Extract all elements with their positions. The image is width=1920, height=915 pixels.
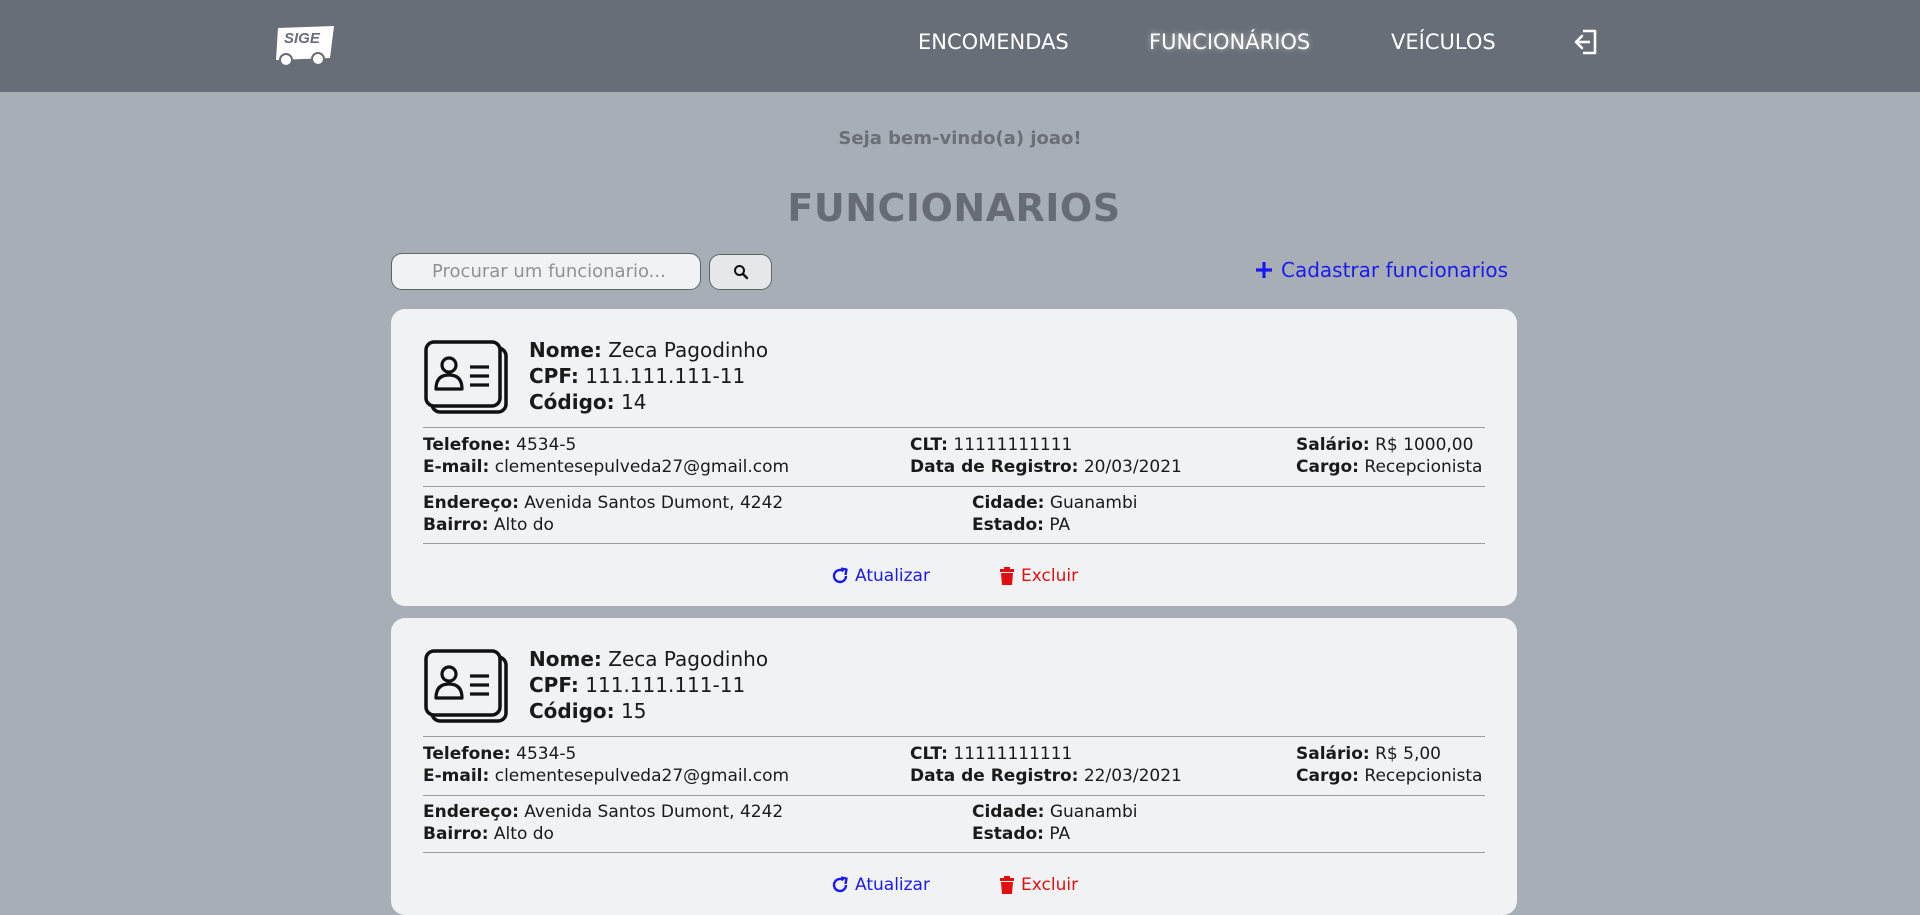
employee-city: Cidade: Guanambi (972, 802, 1138, 822)
logout-icon[interactable] (1573, 28, 1599, 56)
employee-state: Estado: PA (972, 824, 1071, 844)
employee-card: Nome: Zeca Pagodinho CPF: 111.111.111-11… (391, 309, 1517, 606)
employee-state: Estado: PA (972, 515, 1071, 535)
add-employee-label: Cadastrar funcionarios (1281, 258, 1509, 282)
delete-button[interactable]: Excluir (999, 875, 1078, 895)
refresh-icon (832, 567, 848, 584)
employee-email: E-mail: clementesepulveda27@gmail.com (423, 766, 790, 786)
sige-truck-logo[interactable]: SIGE (268, 24, 340, 66)
employee-clt: CLT: 11111111111 (910, 435, 1073, 455)
search-button[interactable] (709, 254, 772, 290)
search-icon (733, 265, 748, 280)
employee-city: Cidade: Guanambi (972, 493, 1138, 513)
employee-salary: Salário: R$ 5,00 (1296, 744, 1441, 764)
employee-name: Nome: Zeca Pagodinho (529, 338, 769, 362)
delete-label: Excluir (1021, 875, 1079, 895)
welcome-message: Seja bem-vindo(a) joao! (838, 128, 1082, 149)
employee-salary: Salário: R$ 1000,00 (1296, 435, 1474, 455)
employee-neighborhood: Bairro: Alto do (423, 515, 554, 535)
employee-clt: CLT: 11111111111 (910, 744, 1073, 764)
nav-funcionarios[interactable]: FUNCIONÁRIOS (1149, 30, 1310, 54)
employee-role: Cargo: Recepcionista (1296, 457, 1483, 477)
update-label: Atualizar (855, 875, 930, 895)
employee-cpf: CPF: 111.111.111-11 (529, 364, 746, 388)
update-button[interactable]: Atualizar (831, 875, 930, 895)
divider (423, 427, 1485, 428)
employee-code: Código: 15 (529, 699, 647, 723)
divider (423, 736, 1485, 737)
search-input[interactable] (391, 253, 701, 290)
delete-button[interactable]: Excluir (999, 566, 1078, 586)
employee-email: E-mail: clementesepulveda27@gmail.com (423, 457, 790, 477)
divider (423, 795, 1485, 796)
update-button[interactable]: Atualizar (831, 566, 930, 586)
logo-text: SIGE (284, 30, 321, 47)
divider (423, 852, 1485, 853)
employee-address: Endereço: Avenida Santos Dumont, 4242 (423, 802, 784, 822)
employee-neighborhood: Bairro: Alto do (423, 824, 554, 844)
employee-role: Cargo: Recepcionista (1296, 766, 1483, 786)
nav-encomendas[interactable]: ENCOMENDAS (918, 30, 1069, 54)
id-card-icon (424, 340, 508, 414)
divider (423, 543, 1485, 544)
trash-icon (1000, 567, 1014, 585)
employee-registration-date: Data de Registro: 20/03/2021 (910, 457, 1182, 477)
id-card-icon (424, 649, 508, 723)
trash-icon (1000, 876, 1014, 894)
employee-registration-date: Data de Registro: 22/03/2021 (910, 766, 1182, 786)
top-navbar: SIGE ENCOMENDAS FUNCIONÁRIOS VEÍCULOS (0, 0, 1920, 92)
employee-phone: Telefone: 4534-5 (423, 435, 577, 455)
divider (423, 486, 1485, 487)
employee-card: Nome: Zeca Pagodinho CPF: 111.111.111-11… (391, 618, 1517, 915)
employee-code: Código: 14 (529, 390, 647, 414)
page-title: FUNCIONARIOS (787, 186, 1121, 230)
delete-label: Excluir (1021, 566, 1079, 586)
employee-address: Endereço: Avenida Santos Dumont, 4242 (423, 493, 784, 513)
nav-veiculos[interactable]: VEÍCULOS (1391, 30, 1496, 54)
update-label: Atualizar (855, 566, 930, 586)
plus-icon (1256, 262, 1272, 278)
employee-name: Nome: Zeca Pagodinho (529, 647, 769, 671)
employee-phone: Telefone: 4534-5 (423, 744, 577, 764)
refresh-icon (832, 876, 848, 893)
add-employee-link[interactable]: Cadastrar funcionarios (1255, 258, 1508, 282)
employee-cpf: CPF: 111.111.111-11 (529, 673, 746, 697)
